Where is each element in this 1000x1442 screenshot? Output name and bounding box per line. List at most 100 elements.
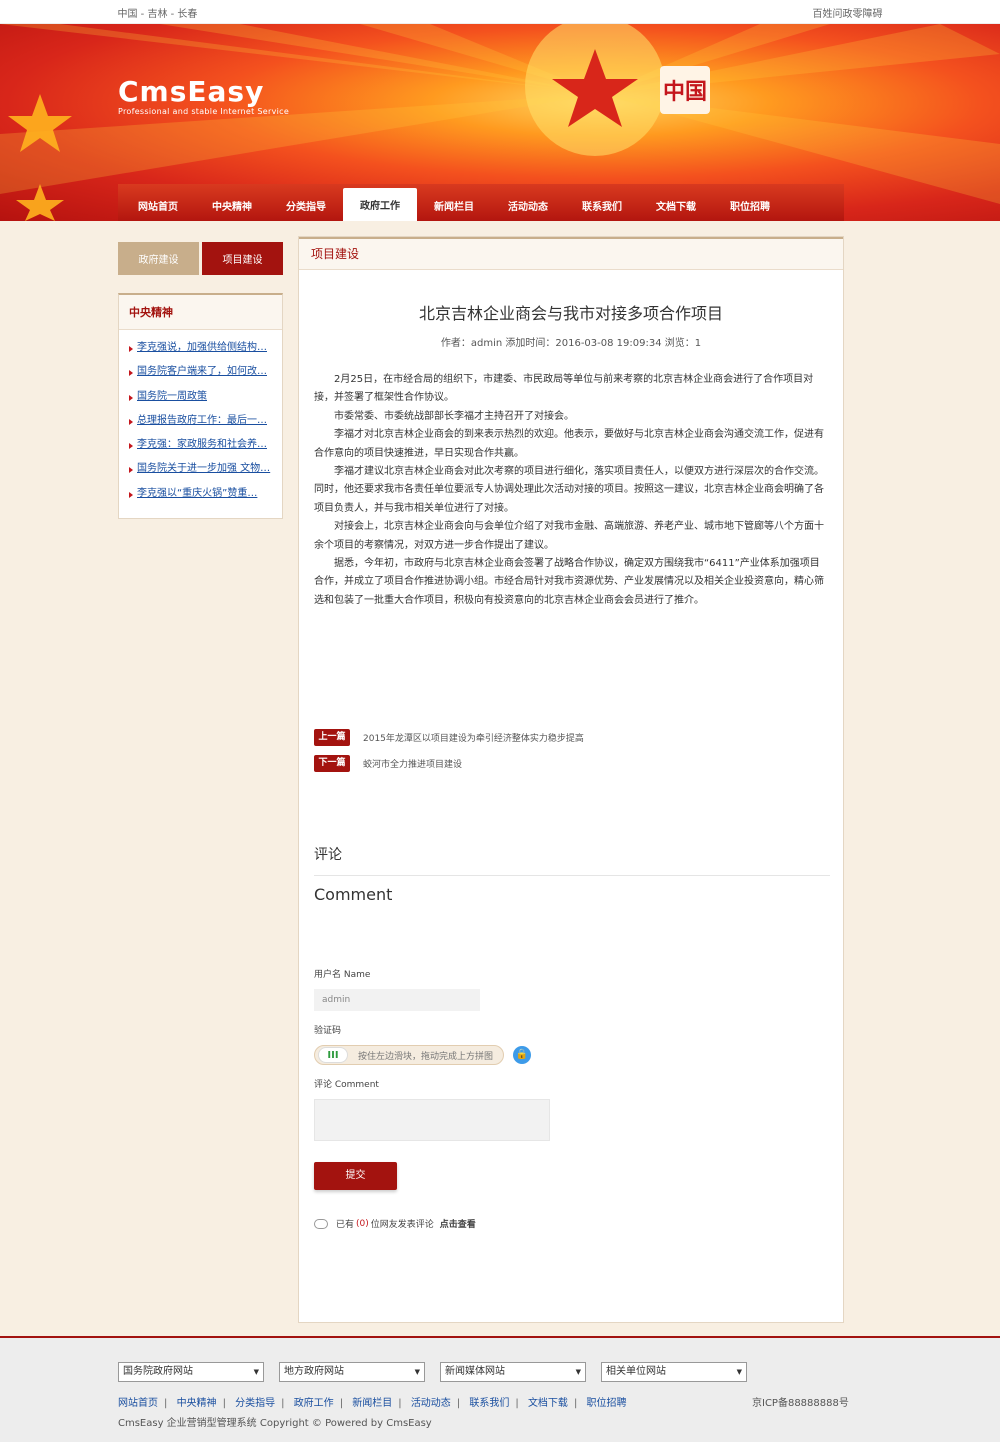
next-article: 下一篇 蛟河市全力推进项目建设 <box>314 755 462 772</box>
sidebar: 政府建设 项目建设 中央精神 李克强说，加强供给侧结构… 国务院客户端来了，如何… <box>118 242 283 520</box>
sidebar-title: 中央精神 <box>119 295 282 330</box>
nav-home[interactable]: 网站首页 <box>121 189 195 221</box>
list-item: 李克强以“重庆火锅”赞重… <box>127 482 274 506</box>
article-title: 北京吉林企业商会与我市对接多项合作项目 <box>418 304 723 323</box>
article-meta: 作者：admin 添加时间：2016-03-08 19:09:34 浏览：1 <box>440 338 702 349</box>
sidebar-link[interactable]: 李克强：家政服务和社会养… <box>137 439 267 450</box>
sidebar-link[interactable]: 国务院客户端来了，如何改… <box>137 366 267 377</box>
article-paragraph: 李福才对北京吉林企业商会的到来表示热烈的欢迎。他表示，要做好与北京吉林企业商会沟… <box>314 429 824 459</box>
separator: | <box>164 1398 168 1409</box>
article-body: 2月25日，在市经合局的组织下，市建委、市民政局等单位与前来考察的北京吉林企业商… <box>299 371 843 610</box>
comment-title-cn: 评论 <box>314 847 342 863</box>
list-item: 李克强说，加强供给侧结构… <box>127 336 274 360</box>
nav-category-guide[interactable]: 分类指导 <box>269 189 343 221</box>
subtab-government-building[interactable]: 政府建设 <box>118 242 199 275</box>
site-logo[interactable]: CmsEasy Professional and stable Internet… <box>118 75 290 117</box>
captcha-slider[interactable]: III 按住左边滑块，拖动完成上方拼图 <box>314 1045 504 1065</box>
list-item: 国务院关于进一步加强 文物… <box>127 457 274 481</box>
section-title: 项目建设 <box>311 247 360 261</box>
comment-divider <box>314 875 830 876</box>
list-item: 国务院客户端来了，如何改… <box>127 360 274 384</box>
nav-contact[interactable]: 联系我们 <box>565 189 639 221</box>
separator: | <box>456 1398 461 1409</box>
list-item: 李克强：家政服务和社会养… <box>127 433 274 457</box>
footer-link[interactable]: 联系我们 <box>469 1398 509 1409</box>
slider-hint: 按住左边滑块，拖动完成上方拼图 <box>358 1052 494 1062</box>
slider-handle[interactable]: III <box>318 1047 348 1063</box>
nav-government-work[interactable]: 政府工作 <box>343 188 417 221</box>
footer-link[interactable]: 分类指导 <box>235 1398 275 1409</box>
footer-selects: 国务院政府网站 地方政府网站 新闻媒体网站 相关单位网站 <box>118 1362 762 1382</box>
sub-tabs: 政府建设 项目建设 <box>118 242 283 275</box>
prev-label: 上一篇 <box>314 729 350 746</box>
top-bar: 中国 - 吉林 - 长春 百姓问政零障碍 <box>0 0 1000 24</box>
china-dream-seal: 中国 <box>660 66 710 114</box>
sidebar-link[interactable]: 李克强以“重庆火锅”赞重… <box>137 488 257 499</box>
comment-count: 已有 (0) 位网友发表评论 点击查看 <box>314 1217 476 1230</box>
article-paragraph: 2月25日，在市经合局的组织下，市建委、市民政局等单位与前来考察的北京吉林企业商… <box>314 374 814 404</box>
footer-link[interactable]: 新闻栏目 <box>352 1398 392 1409</box>
comment-title-en: Comment <box>314 885 393 904</box>
main-nav: 网站首页 中央精神 分类指导 政府工作 新闻栏目 活动动态 联系我们 文档下载 … <box>118 184 844 221</box>
footer-link[interactable]: 网站首页 <box>118 1398 158 1409</box>
submit-button[interactable]: 提交 <box>314 1162 397 1190</box>
separator: | <box>515 1398 519 1409</box>
footer-link[interactable]: 职位招聘 <box>587 1398 627 1409</box>
comment-label: 评论 Comment <box>314 1080 379 1090</box>
select-state-council[interactable]: 国务院政府网站 <box>118 1362 264 1382</box>
next-link[interactable]: 蛟河市全力推进项目建设 <box>363 757 462 770</box>
footer-link[interactable]: 活动动态 <box>411 1398 451 1409</box>
footer-link[interactable]: 政府工作 <box>294 1398 334 1409</box>
view-comments-link[interactable]: 点击查看 <box>440 1217 476 1230</box>
nav-jobs[interactable]: 职位招聘 <box>713 189 787 221</box>
sidebar-box: 中央精神 李克强说，加强供给侧结构… 国务院客户端来了，如何改… 国务院一周政策… <box>118 293 283 520</box>
nav-downloads[interactable]: 文档下载 <box>639 189 713 221</box>
footer: 国务院政府网站 地方政府网站 新闻媒体网站 相关单位网站 网站首页 | 中央精神 |… <box>0 1336 1000 1442</box>
footer-link[interactable]: 文档下载 <box>528 1398 568 1409</box>
nav-central-spirit[interactable]: 中央精神 <box>195 189 269 221</box>
logo-tagline: Professional and stable Internet Service <box>118 107 290 116</box>
select-news-media[interactable]: 新闻媒体网站 <box>440 1362 586 1382</box>
count-suffix: 位网友发表评论 <box>370 1220 434 1230</box>
main-header: 项目建设 <box>299 237 843 270</box>
select-local-gov[interactable]: 地方政府网站 <box>279 1362 425 1382</box>
copyright: CmsEasy 企业营销型管理系统 Copyright © Powered by… <box>118 1418 432 1429</box>
sidebar-link[interactable]: 李克强说，加强供给侧结构… <box>137 342 267 353</box>
article-paragraph: 据悉，今年初，市政府与北京吉林企业商会签署了战略合作协议，确定双方围绕我市“64… <box>314 558 824 606</box>
separator: | <box>281 1398 285 1409</box>
footer-link[interactable]: 中央精神 <box>177 1398 217 1409</box>
article-paragraph: 市委常委、市委统战部部长李福才主持召开了对接会。 <box>334 410 574 422</box>
separator: | <box>573 1398 578 1409</box>
seal-text: 中国 <box>662 80 707 105</box>
icp-number: 京ICP备88888888号 <box>752 1398 849 1409</box>
top-right-link[interactable]: 百姓问政零障碍 <box>813 5 883 20</box>
sidebar-link[interactable]: 国务院一周政策 <box>137 391 207 402</box>
next-label: 下一篇 <box>314 755 350 772</box>
sidebar-link[interactable]: 国务院关于进一步加强 文物… <box>137 463 270 474</box>
list-item: 国务院一周政策 <box>127 385 274 409</box>
article-paragraph: 李福才建议北京吉林企业商会对此次考察的项目进行细化，落实项目责任人，以便双方进行… <box>314 466 824 514</box>
footer-links: 网站首页 | 中央精神 | 分类指导 | 政府工作 | 新闻栏目 | 活动动态 | 联系我们… <box>118 1394 627 1409</box>
nav-activities[interactable]: 活动动态 <box>491 189 565 221</box>
prev-link[interactable]: 2015年龙潭区以项目建设为牵引经济整体实力稳步提高 <box>363 731 584 744</box>
main-panel: 项目建设 北京吉林企业商会与我市对接多项合作项目 作者：admin 添加时间：2… <box>298 236 844 1323</box>
subtab-project-building[interactable]: 项目建设 <box>202 242 283 275</box>
captcha-label: 验证码 <box>314 1026 342 1036</box>
username-input[interactable]: admin <box>314 989 480 1011</box>
list-item: 总理报告政府工作：最后一… <box>127 409 274 433</box>
location-text: 中国 - 吉林 - 长春 <box>117 8 198 20</box>
sidebar-list: 李克强说，加强供给侧结构… 国务院客户端来了，如何改… 国务院一周政策 总理报告… <box>119 330 282 518</box>
comment-textarea[interactable] <box>314 1099 550 1141</box>
comment-bubble-icon <box>314 1218 328 1229</box>
username-label: 用户名 Name <box>314 970 371 980</box>
article-paragraph: 对接会上，北京吉林企业商会向与会单位介绍了对我市金融、高端旅游、养老产业、城市地… <box>314 521 824 551</box>
logo-brand: CmsEasy <box>118 75 265 108</box>
separator: | <box>339 1398 344 1409</box>
prev-article: 上一篇 2015年龙潭区以项目建设为牵引经济整体实力稳步提高 <box>314 729 584 746</box>
count-prefix: 已有 <box>336 1220 355 1230</box>
count-number: (0) <box>356 1218 369 1229</box>
sidebar-link[interactable]: 总理报告政府工作：最后一… <box>137 415 267 426</box>
nav-news[interactable]: 新闻栏目 <box>417 189 491 221</box>
lock-icon[interactable]: 🔒 <box>513 1046 531 1064</box>
select-related-units[interactable]: 相关单位网站 <box>601 1362 747 1382</box>
